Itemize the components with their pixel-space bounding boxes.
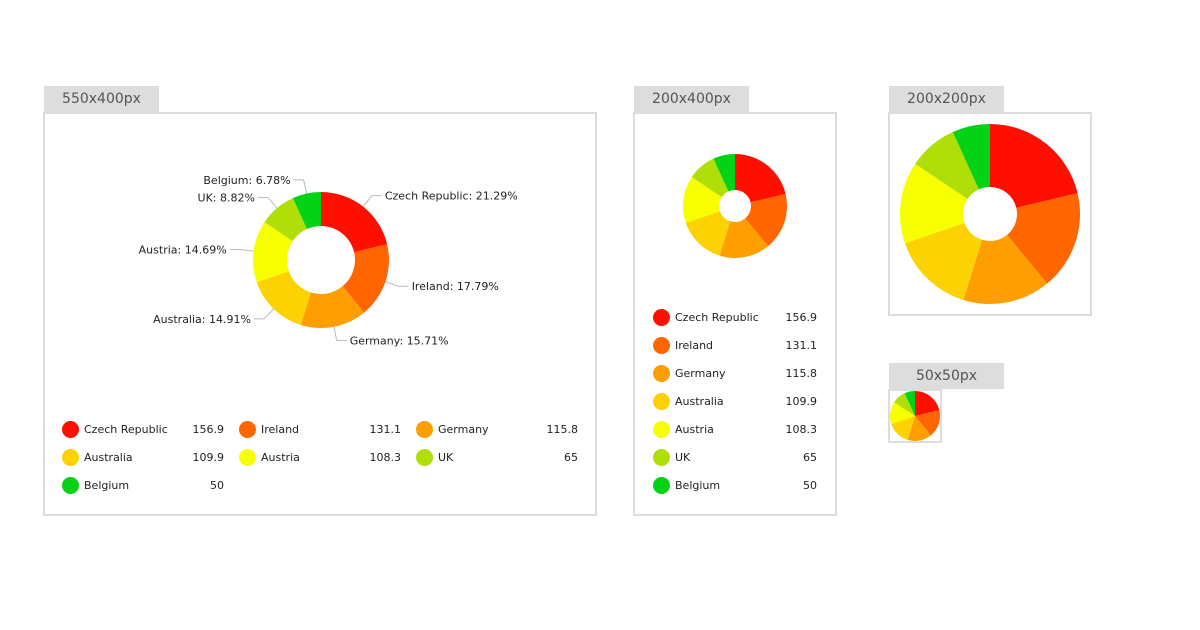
legend-value: 156.9: [785, 311, 818, 324]
legend-label: Germany: [675, 367, 726, 380]
narrow-legend-item-uk[interactable]: UK 65: [653, 448, 817, 468]
large-leader-line-uk: [257, 196, 278, 209]
large-legend-item-australia[interactable]: Australia 109.9: [62, 448, 224, 468]
narrow-legend-item-austria[interactable]: Austria 108.3: [653, 420, 817, 440]
legend-value: 108.3: [369, 451, 402, 464]
legend-marker-icon: [416, 449, 433, 466]
chart-panel-square: [888, 112, 1092, 316]
legend-marker-icon: [653, 309, 670, 326]
large-data-label-uk: UK: 8.82%: [198, 191, 255, 204]
large-leader-line-belgium: [293, 179, 308, 194]
pie-chart-tiny: [890, 391, 940, 441]
large-legend-item-germany[interactable]: Germany 115.8: [416, 420, 578, 440]
legend-label: Ireland: [675, 339, 714, 352]
large-leader-line-germany: [333, 326, 347, 341]
large-leader-line-australia: [253, 308, 275, 320]
large-data-label-ireland: Ireland: 17.79%: [412, 280, 499, 293]
legend-value: 115.8: [785, 367, 818, 380]
narrow-legend-item-germany[interactable]: Germany 115.8: [653, 364, 817, 384]
narrow-legend-item-australia[interactable]: Australia 109.9: [653, 392, 817, 412]
panel-tab-square: 200x200px: [889, 86, 1004, 112]
legend-value: 50: [803, 479, 817, 492]
legend-value: 156.9: [192, 423, 225, 436]
large-data-label-austria: Austria: 14.69%: [139, 243, 227, 256]
legend-label: Austria: [261, 451, 300, 464]
large-data-label-germany: Germany: 15.71%: [350, 334, 449, 347]
narrow-slice-czech-republic[interactable]: [735, 154, 786, 203]
large-legend-item-belgium[interactable]: Belgium 50: [62, 476, 224, 496]
legend-marker-icon: [653, 449, 670, 466]
legend-value: 50: [210, 479, 224, 492]
legend-label: Belgium: [675, 479, 721, 492]
legend-marker-icon: [239, 449, 256, 466]
panel-tab-narrow: 200x400px: [634, 86, 749, 112]
large-leader-line-austria: [229, 248, 254, 252]
large-leader-line-ireland: [385, 281, 409, 287]
legend-marker-icon: [653, 337, 670, 354]
legend-value: 65: [803, 451, 817, 464]
legend-label: Germany: [438, 423, 489, 436]
large-legend-item-austria[interactable]: Austria 108.3: [239, 448, 401, 468]
legend-marker-icon: [62, 421, 79, 438]
panel-tab-tiny: 50x50px: [889, 363, 1004, 389]
legend-value: 65: [564, 451, 578, 464]
legend-label: Austria: [675, 423, 714, 436]
chart-panel-tiny: [888, 389, 942, 443]
donut-chart-square: [900, 124, 1080, 304]
legend-label: UK: [438, 451, 454, 464]
legend-value: 108.3: [785, 423, 818, 436]
legend-label: Belgium: [84, 479, 130, 492]
large-data-label-belgium: Belgium: 6.78%: [203, 174, 290, 187]
legend-label: Czech Republic: [675, 311, 759, 324]
legend-value: 115.8: [546, 423, 579, 436]
legend-marker-icon: [239, 421, 256, 438]
large-legend-item-czech-republic[interactable]: Czech Republic 156.9: [62, 420, 224, 440]
narrow-legend-item-ireland[interactable]: Ireland 131.1: [653, 336, 817, 356]
chart-panel-narrow: Czech Republic 156.9 Ireland 131.1 Germany 11…: [633, 112, 837, 516]
narrow-legend-item-czech-republic[interactable]: Czech Republic 156.9: [653, 308, 817, 328]
legend-label: UK: [675, 451, 691, 464]
large-slice-czech-republic[interactable]: [321, 192, 388, 253]
legend-marker-icon: [62, 449, 79, 466]
panel-tab-large: 550x400px: [44, 86, 159, 112]
legend-label: Australia: [675, 395, 724, 408]
legend-value: 131.1: [785, 339, 818, 352]
large-data-label-australia: Australia: 14.91%: [153, 313, 251, 326]
legend-marker-icon: [653, 421, 670, 438]
large-leader-line-czech-republic: [362, 195, 382, 207]
legend-marker-icon: [653, 393, 670, 410]
legend-value: 109.9: [192, 451, 225, 464]
legend-marker-icon: [653, 365, 670, 382]
legend-marker-icon: [416, 421, 433, 438]
square-slice-czech-republic[interactable]: [990, 124, 1078, 208]
large-legend-item-ireland[interactable]: Ireland 131.1: [239, 420, 401, 440]
large-data-label-czech-republic: Czech Republic: 21.29%: [385, 190, 518, 203]
legend-marker-icon: [653, 477, 670, 494]
legend-label: Australia: [84, 451, 133, 464]
legend-label: Czech Republic: [84, 423, 168, 436]
legend-value: 131.1: [369, 423, 402, 436]
narrow-legend-item-belgium[interactable]: Belgium 50: [653, 476, 817, 496]
legend-label: Ireland: [261, 423, 300, 436]
large-legend-item-uk[interactable]: UK 65: [416, 448, 578, 468]
legend-marker-icon: [62, 477, 79, 494]
legend-value: 109.9: [785, 395, 818, 408]
chart-panel-large: Czech Republic: 21.29% Ireland: 17.79% Ger…: [43, 112, 597, 516]
